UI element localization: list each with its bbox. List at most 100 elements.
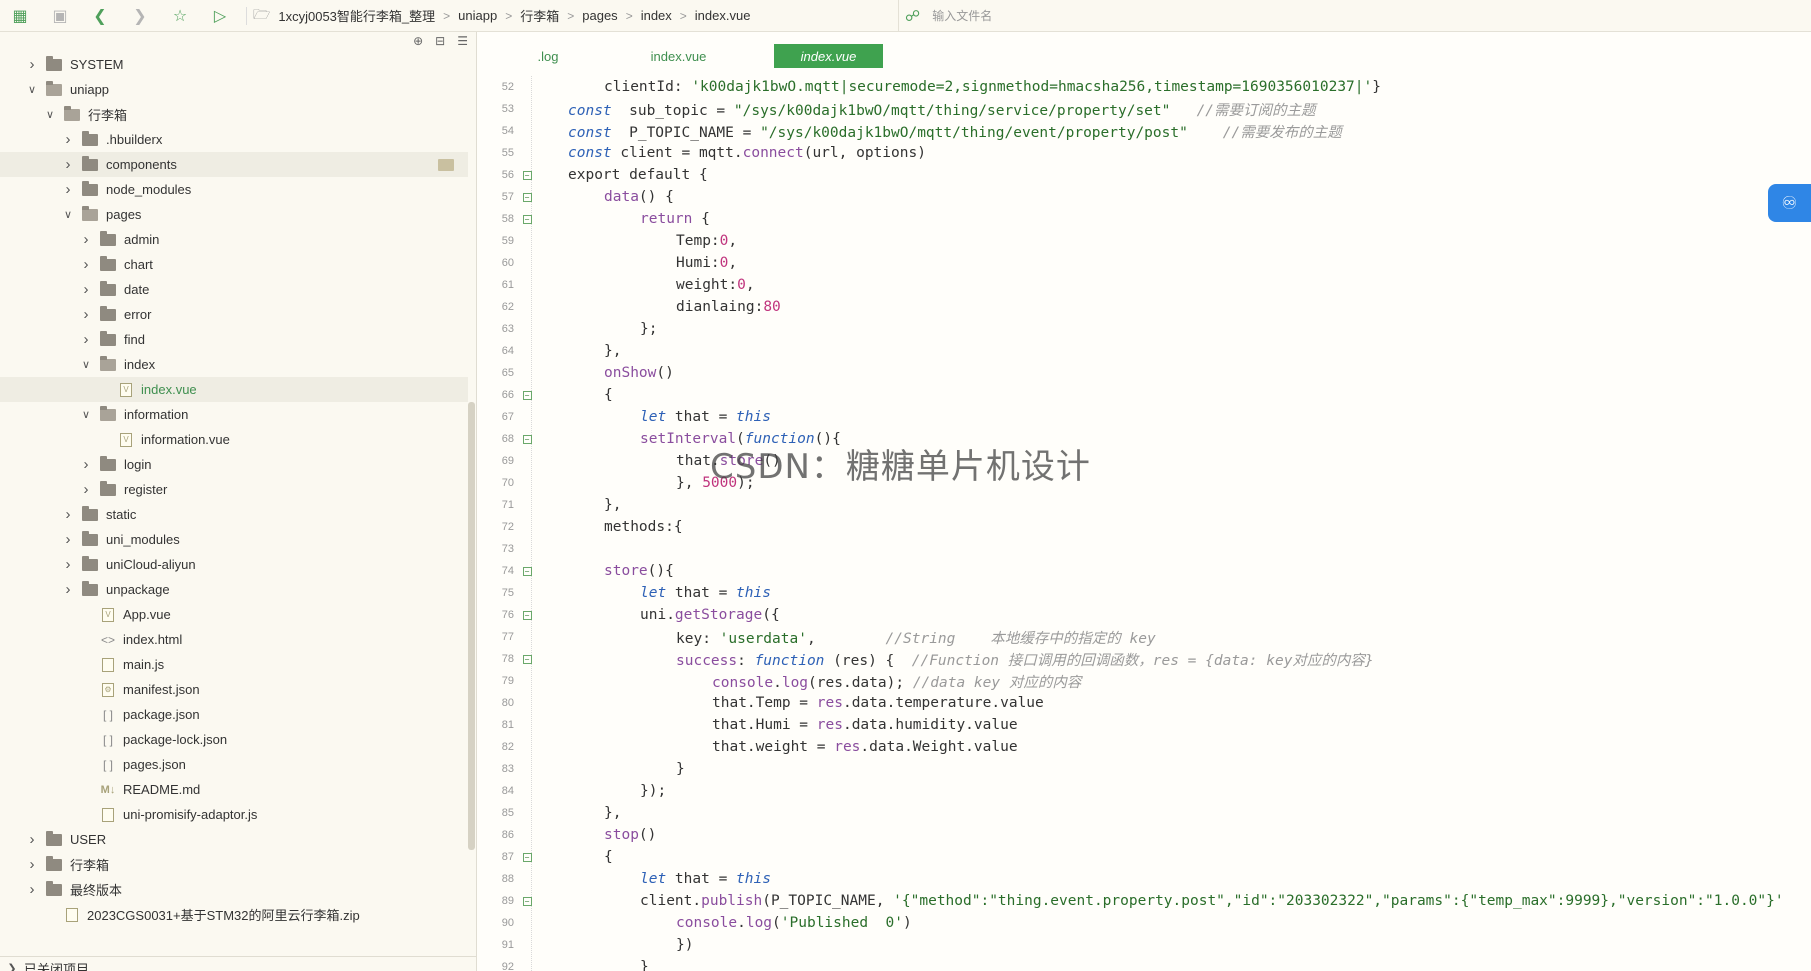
code-line[interactable]: 90 console.log('Published 0')	[478, 912, 1811, 934]
fold-toggle-icon[interactable]: −	[522, 852, 532, 862]
tree-folder[interactable]: ∨ information	[0, 402, 468, 427]
closed-projects[interactable]: ❯ 已关闭项目	[0, 956, 476, 971]
collapse-all-icon[interactable]: ⊟	[435, 34, 445, 48]
code-line[interactable]: 81 that.Humi = res.data.humidity.value	[478, 714, 1811, 736]
sidebar-scrollbar[interactable]	[468, 402, 475, 850]
breadcrumb-item[interactable]: 1xcyj0053智能行李箱_整理	[278, 6, 435, 25]
code-line[interactable]: 54 const P_TOPIC_NAME = "/sys/k00dajk1bwO…	[478, 120, 1811, 142]
tree-file[interactable]: 2023CGS0031+基于STM32的阿里云行李箱.zip	[0, 902, 468, 927]
tree-file[interactable]: App.vue	[0, 602, 468, 627]
code-line[interactable]: 71},	[478, 494, 1811, 516]
fold-toggle-icon[interactable]: −	[522, 214, 532, 224]
code-line[interactable]: 55 const client = mqtt.connect(url, optio…	[478, 142, 1811, 164]
code-line[interactable]: 56− export default {	[478, 164, 1811, 186]
code-line[interactable]: 79 console.log(res.data); //data key 对应的内…	[478, 670, 1811, 692]
code-line[interactable]: 72 methods:{	[478, 516, 1811, 538]
code-line[interactable]: 63};	[478, 318, 1811, 340]
open-folder-icon[interactable]	[438, 158, 454, 171]
tree-folder[interactable]: › login	[0, 452, 468, 477]
code-line[interactable]: 57− data() {	[478, 186, 1811, 208]
tree-file[interactable]: index.html	[0, 627, 468, 652]
code-line[interactable]: 66− {	[478, 384, 1811, 406]
code-line[interactable]: 84});	[478, 780, 1811, 802]
code-line[interactable]: 85},	[478, 802, 1811, 824]
locate-icon[interactable]: ⊕	[413, 34, 423, 48]
tree-file[interactable]: README.md	[0, 777, 468, 802]
tree-folder[interactable]: › date	[0, 277, 468, 302]
tree-folder[interactable]: › admin	[0, 227, 468, 252]
menu-icon[interactable]: ☰	[457, 34, 468, 48]
tree-folder[interactable]: › 行李箱	[0, 852, 468, 877]
tree-file[interactable]: uni-promisify-adaptor.js	[0, 802, 468, 827]
tree-folder[interactable]: › static	[0, 502, 468, 527]
tree-file[interactable]: main.js	[0, 652, 468, 677]
fold-toggle-icon[interactable]: −	[522, 434, 532, 444]
code-line[interactable]: 75 let that = this	[478, 582, 1811, 604]
tree-folder[interactable]: › SYSTEM	[0, 52, 468, 77]
tree-file[interactable]: pages.json	[0, 752, 468, 777]
code-line[interactable]: 89− client.publish(P_TOPIC_NAME, '{"metho…	[478, 890, 1811, 912]
tree-file[interactable]: information.vue	[0, 427, 468, 452]
file-search-input[interactable]	[932, 9, 1233, 23]
tree-folder[interactable]: › error	[0, 302, 468, 327]
tree-folder[interactable]: › node_modules	[0, 177, 468, 202]
code-line[interactable]: 53 const sub_topic = "/sys/k00dajk1bwO/mq…	[478, 98, 1811, 120]
tree-file[interactable]: package-lock.json	[0, 727, 468, 752]
code-line[interactable]: 86 stop()	[478, 824, 1811, 846]
save-icon[interactable]: ▣	[40, 0, 80, 32]
code-line[interactable]: 87− {	[478, 846, 1811, 868]
code-line[interactable]: 77 key: 'userdata', //String 本地缓存中的指定的 ke…	[478, 626, 1811, 648]
code-line[interactable]: 61 weight:0,	[478, 274, 1811, 296]
breadcrumb-item[interactable]: 行李箱	[520, 6, 559, 25]
code-line[interactable]: 69 that.store()	[478, 450, 1811, 472]
tree-folder[interactable]: ∨ uniapp	[0, 77, 468, 102]
code-line[interactable]: 88 let that = this	[478, 868, 1811, 890]
star-icon[interactable]: ☆	[160, 0, 200, 32]
fold-toggle-icon[interactable]: −	[522, 390, 532, 400]
code-line[interactable]: 60 Humi:0,	[478, 252, 1811, 274]
code-line[interactable]: 58− return {	[478, 208, 1811, 230]
tree-file[interactable]: package.json	[0, 702, 468, 727]
tree-file[interactable]: manifest.json	[0, 677, 468, 702]
code-line[interactable]: 92}	[478, 956, 1811, 971]
back-icon[interactable]: ❮	[80, 0, 120, 32]
code-line[interactable]: 68− setInterval(function(){	[478, 428, 1811, 450]
tree-folder[interactable]: › unpackage	[0, 577, 468, 602]
breadcrumb-item[interactable]: pages	[582, 8, 617, 23]
code-editor[interactable]: 52 clientId: 'k00dajk1bwO.mqtt|securemode…	[478, 76, 1811, 971]
fold-toggle-icon[interactable]: −	[522, 610, 532, 620]
breadcrumb-item[interactable]: index.vue	[695, 8, 751, 23]
code-line[interactable]: 74− store(){	[478, 560, 1811, 582]
tree-folder[interactable]: ∨ pages	[0, 202, 468, 227]
fold-toggle-icon[interactable]: −	[522, 566, 532, 576]
code-line[interactable]: 67 let that = this	[478, 406, 1811, 428]
code-line[interactable]: 64},	[478, 340, 1811, 362]
tree-folder[interactable]: › register	[0, 477, 468, 502]
code-line[interactable]: 82 that.weight = res.data.Weight.value	[478, 736, 1811, 758]
tree-file[interactable]: index.vue	[0, 377, 468, 402]
code-line[interactable]: 80 that.Temp = res.data.temperature.value	[478, 692, 1811, 714]
code-line[interactable]: 59 Temp:0,	[478, 230, 1811, 252]
editor-tab[interactable]: index.vue	[774, 44, 883, 68]
run-icon[interactable]: ▷	[200, 0, 240, 32]
code-line[interactable]: 78− success: function (res) { //Function …	[478, 648, 1811, 670]
new-file-icon[interactable]: ▦	[0, 0, 40, 32]
code-line[interactable]: 52 clientId: 'k00dajk1bwO.mqtt|securemode…	[478, 76, 1811, 98]
tree-folder[interactable]: › components	[0, 152, 468, 177]
fold-toggle-icon[interactable]: −	[522, 170, 532, 180]
ai-assistant-button[interactable]: ♾	[1768, 184, 1811, 222]
tree-folder[interactable]: › chart	[0, 252, 468, 277]
editor-tab[interactable]: index.vue	[612, 44, 745, 68]
tree-folder[interactable]: › uniCloud-aliyun	[0, 552, 468, 577]
tree-folder[interactable]: › find	[0, 327, 468, 352]
tree-folder[interactable]: ∨ index	[0, 352, 468, 377]
editor-tab[interactable]: .log	[484, 44, 612, 68]
code-line[interactable]: 73	[478, 538, 1811, 560]
code-line[interactable]: 91})	[478, 934, 1811, 956]
tree-folder[interactable]: › USER	[0, 827, 468, 852]
code-line[interactable]: 65 onShow()	[478, 362, 1811, 384]
fold-toggle-icon[interactable]: −	[522, 654, 532, 664]
forward-icon[interactable]: ❯	[120, 0, 160, 32]
breadcrumb-item[interactable]: index	[641, 8, 672, 23]
tree-folder[interactable]: › .hbuilderx	[0, 127, 468, 152]
